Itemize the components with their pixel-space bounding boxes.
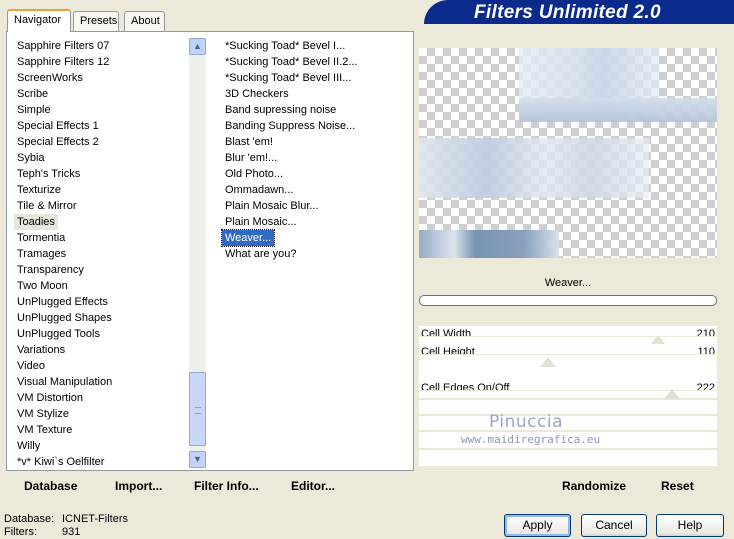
import-button[interactable]: Import...: [115, 479, 162, 493]
category-item[interactable]: Texturize: [14, 182, 112, 198]
cancel-button[interactable]: Cancel: [581, 514, 647, 537]
category-item[interactable]: Tramages: [14, 246, 112, 262]
filter-item[interactable]: What are you?: [222, 246, 358, 262]
filter-item[interactable]: Blast 'em!: [222, 134, 358, 150]
category-item[interactable]: UnPlugged Tools: [14, 326, 112, 342]
category-item[interactable]: UnPlugged Shapes: [14, 310, 112, 326]
filter-item[interactable]: *Sucking Toad* Bevel II.2...: [222, 54, 358, 70]
category-item[interactable]: Visual Manipulation: [14, 374, 112, 390]
param-empty-row: [419, 450, 717, 466]
category-item[interactable]: Special Effects 2: [14, 134, 112, 150]
apply-button[interactable]: Apply: [504, 514, 571, 537]
category-item[interactable]: Scribe: [14, 86, 112, 102]
category-item[interactable]: Special Effects 1: [14, 118, 112, 134]
category-item[interactable]: Sapphire Filters 07: [14, 38, 112, 54]
filter-item[interactable]: Weaver...: [220, 229, 276, 247]
tab-navigator[interactable]: Navigator: [7, 9, 71, 32]
filter-item[interactable]: Old Photo...: [222, 166, 358, 182]
category-item[interactable]: Sybia: [14, 150, 112, 166]
slider-thumb[interactable]: [664, 389, 680, 399]
slider-thumb[interactable]: [540, 357, 556, 367]
filter-list[interactable]: *Sucking Toad* Bevel I... *Sucking Toad* …: [220, 38, 358, 262]
category-item[interactable]: Toadies: [14, 214, 58, 230]
filter-item[interactable]: Banding Suppress Noise...: [222, 118, 358, 134]
filter-item[interactable]: *Sucking Toad* Bevel III...: [222, 70, 358, 86]
category-item[interactable]: Tile & Mirror: [14, 198, 112, 214]
database-label: Database:: [4, 513, 55, 525]
tab-about[interactable]: About: [124, 11, 165, 31]
filter-name-label: Weaver...: [419, 270, 717, 296]
filters-info: Filters: 931: [4, 526, 80, 538]
tab-presets[interactable]: Presets: [73, 11, 119, 31]
category-item[interactable]: Simple: [14, 102, 112, 118]
category-item[interactable]: VM Texture: [14, 422, 112, 438]
param-spacer: [419, 368, 717, 380]
category-item[interactable]: Willy: [14, 438, 112, 454]
watermark-name: Pinuccia: [489, 412, 563, 432]
category-item[interactable]: ScreenWorks: [14, 70, 112, 86]
watermark-url: www.maidiregrafica.eu: [461, 433, 601, 446]
progress-bar: [419, 295, 717, 306]
preview-area: [419, 48, 717, 258]
filters-value: 931: [62, 526, 81, 538]
filter-item[interactable]: Plain Mosaic Blur...: [222, 198, 358, 214]
category-item[interactable]: Two Moon: [14, 278, 112, 294]
category-item[interactable]: VM Stylize: [14, 406, 112, 422]
category-item[interactable]: Sapphire Filters 12: [14, 54, 112, 70]
slider-cell-width[interactable]: [419, 335, 717, 345]
filter-info-button[interactable]: Filter Info...: [194, 479, 259, 493]
editor-button[interactable]: Editor...: [291, 479, 335, 493]
database-info: Database: ICNET-Filters: [4, 513, 128, 525]
filter-item[interactable]: Band supressing noise: [222, 102, 358, 118]
category-scrollbar[interactable]: ▲ ▼: [189, 38, 206, 468]
category-item[interactable]: Variations: [14, 342, 112, 358]
slider-cell-edges[interactable]: [419, 389, 717, 399]
param-empty-row: [419, 416, 717, 430]
param-empty-row: [419, 400, 717, 414]
scroll-down-button[interactable]: ▼: [189, 451, 206, 468]
category-item[interactable]: Tormentia: [14, 230, 112, 246]
category-list[interactable]: Sapphire Filters 07 Sapphire Filters 12 Sc…: [14, 38, 112, 470]
category-item[interactable]: Transparency: [14, 262, 112, 278]
filter-item[interactable]: 3D Checkers: [222, 86, 358, 102]
help-button[interactable]: Help: [656, 514, 724, 537]
filter-item[interactable]: Blur 'em!...: [222, 150, 358, 166]
app-title: Filters Unlimited 2.0: [474, 2, 661, 23]
database-value: ICNET-Filters: [62, 513, 128, 525]
filter-item[interactable]: *Sucking Toad* Bevel I...: [222, 38, 358, 54]
reset-button[interactable]: Reset: [661, 479, 694, 493]
filter-item[interactable]: Plain Mosaic...: [222, 214, 358, 230]
category-item[interactable]: *v* Kiwi`s Oelfilter: [14, 454, 112, 470]
filters-label: Filters:: [4, 526, 37, 538]
database-button[interactable]: Database: [24, 479, 77, 493]
scroll-up-button[interactable]: ▲: [189, 38, 206, 55]
category-item[interactable]: Teph's Tricks: [14, 166, 112, 182]
category-item[interactable]: Video: [14, 358, 112, 374]
slider-cell-height[interactable]: [419, 354, 717, 368]
filter-item[interactable]: Ommadawn...: [222, 182, 358, 198]
randomize-button[interactable]: Randomize: [562, 479, 626, 493]
category-item[interactable]: UnPlugged Effects: [14, 294, 112, 310]
scroll-thumb[interactable]: [189, 372, 206, 446]
category-item[interactable]: VM Distortion: [14, 390, 112, 406]
